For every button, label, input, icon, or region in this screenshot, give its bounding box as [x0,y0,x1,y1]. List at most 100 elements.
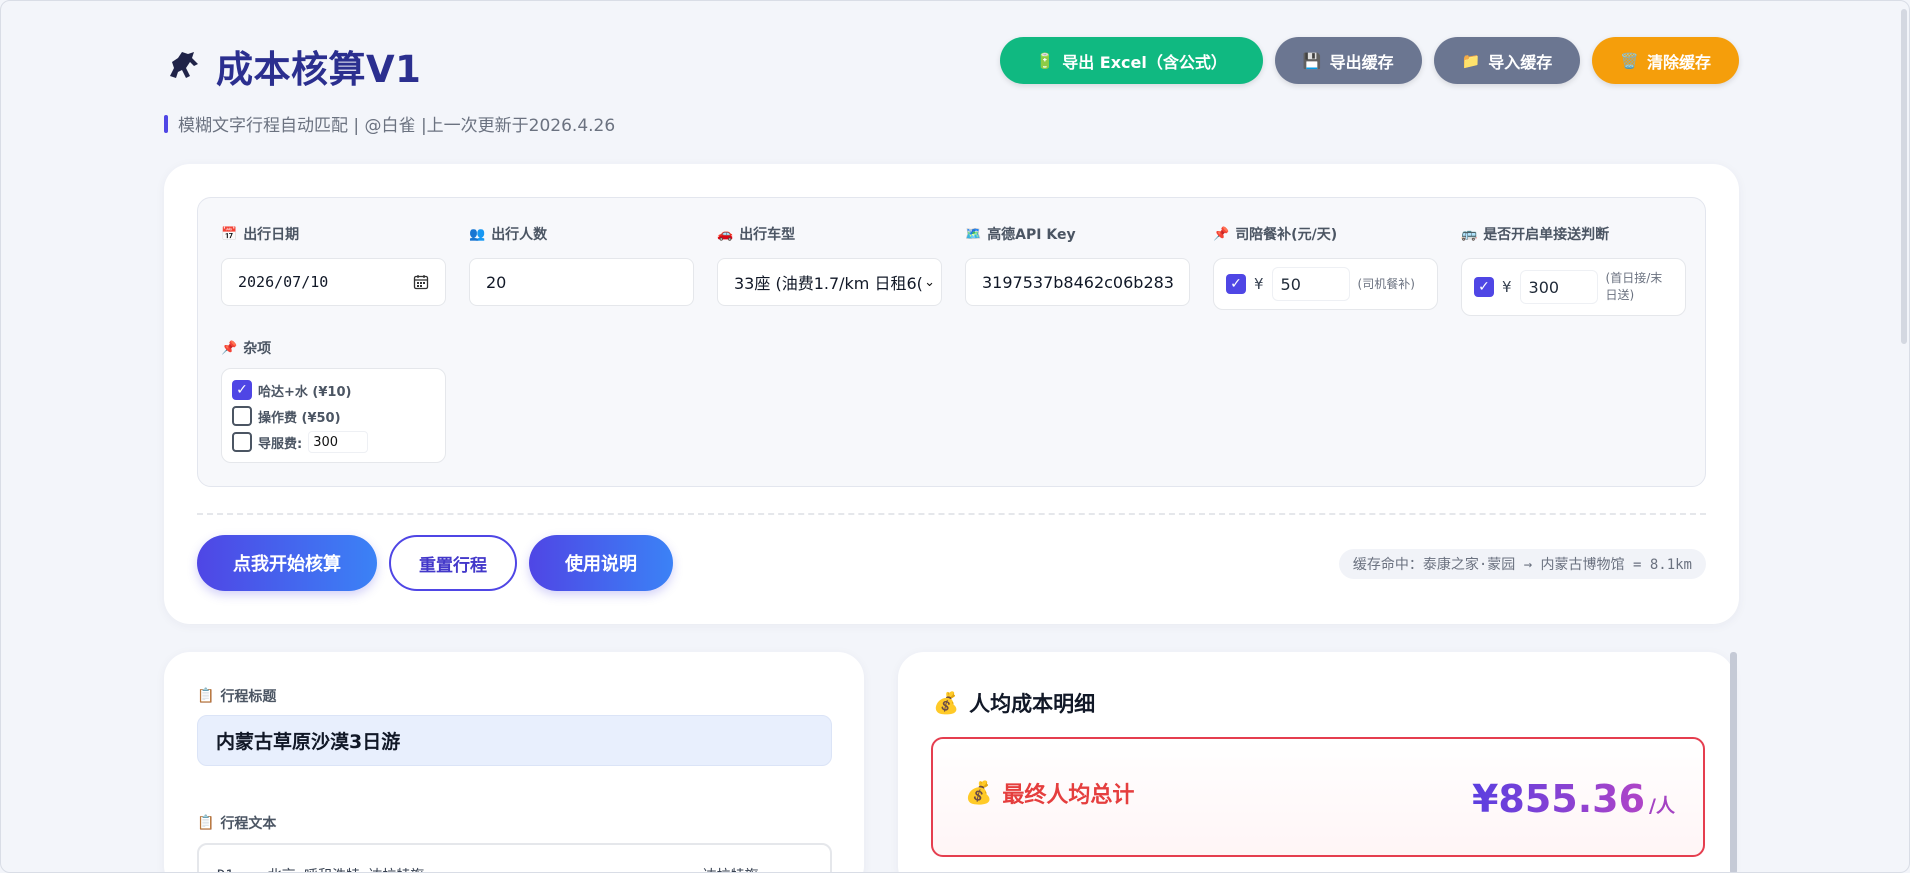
hada-label: 哈达+水 (¥10) [258,384,352,400]
pin-icon: 📌 [221,340,238,356]
people-icon: 👥 [469,226,486,242]
export-excel-button[interactable]: 🔋 导出 Excel（含公式） [999,37,1263,84]
itinerary-title-input[interactable]: 内蒙古草原沙漠3日游 [197,715,832,766]
reset-itinerary-button[interactable]: 重置行程 [389,535,517,591]
subtitle-text: 模糊文字行程自动匹配 | @白雀 |上一次更新于2026.4.26 [178,116,616,136]
bus-icon: 🚌 [1461,226,1478,242]
clipboard-icon: 📋 [197,688,215,704]
subtitle-accent-bar [164,114,168,133]
battery-icon: 🔋 [1035,51,1055,70]
itinerary-title-label: 📋 行程标题 [197,686,276,706]
misc-item-hada[interactable]: ✓ 哈达+水 (¥10) [232,377,435,403]
transfer-amount-value: 300 [1528,277,1560,297]
total-unit: /人 [1649,795,1675,817]
import-cache-label: 导入缓存 [1488,52,1553,72]
misc-options: ✓ 哈达+水 (¥10) 操作费 (¥50) 导服费: 300 [221,368,446,463]
itinerary-text-label-text: 行程文本 [220,816,277,832]
guide-fee-value: 300 [313,434,339,450]
cost-breakdown-card: 💰 人均成本明细 💰 最终人均总计 ¥855.36 /人 [898,652,1734,872]
itinerary-text-area[interactable]: D1 北京 呼和浩特 达拉特旗 × × × 达拉特旗 [197,843,832,872]
misc-label-text: 杂项 [243,341,272,357]
meal-hint: (司机餐补) [1357,276,1415,291]
misc-item-operation[interactable]: 操作费 (¥50) [232,403,435,429]
date-field: 📅 出行日期 2026/07/10 [221,224,446,306]
transfer-label: 🚌 是否开启单接送判断 [1461,224,1686,244]
form-panel: 📅 出行日期 2026/07/10 👥 出行人数 20 🚗 出行车型 33座 (… [197,197,1706,487]
top-actions: 🔋 导出 Excel（含公式） 💾 导出缓存 📁 导入缓存 🗑️ 清除缓存 [999,37,1739,84]
meal-label-text: 司陪餐补(元/天) [1235,227,1338,243]
transfer-amount-input[interactable]: 300 [1519,270,1598,304]
config-card: 📅 出行日期 2026/07/10 👥 出行人数 20 🚗 出行车型 33座 (… [164,164,1739,624]
export-cache-button[interactable]: 💾 导出缓存 [1274,37,1422,84]
operation-label: 操作费 (¥50) [258,410,341,426]
date-input[interactable]: 2026/07/10 [221,258,446,306]
page-scrollbar[interactable] [1901,9,1907,344]
people-label-text: 出行人数 [491,227,548,243]
transfer-currency: ¥ [1502,278,1512,296]
operation-checkbox[interactable] [232,406,252,426]
meal-label: 📌 司陪餐补(元/天) [1213,224,1438,244]
app-window: 成本核算V1 模糊文字行程自动匹配 | @白雀 |上一次更新于2026.4.26… [0,0,1910,873]
hada-checkbox[interactable]: ✓ [232,380,252,400]
vehicle-select[interactable]: 33座 (油费1.7/km 日租6( ⌄ [717,258,942,306]
guide-label: 导服费: [258,436,303,452]
export-cache-label: 导出缓存 [1329,52,1394,72]
api-key-label: 🗺️ 高德API Key [965,224,1190,244]
start-calc-button[interactable]: 点我开始核算 [197,535,377,591]
api-key-input[interactable]: 3197537b8462c06b2839 [965,258,1190,306]
divider [197,513,1706,515]
api-key-field: 🗺️ 高德API Key 3197537b8462c06b2839 [965,224,1190,306]
cache-status: 缓存命中：泰康之家·蒙园 → 内蒙古博物馆 = 8.1km [1338,549,1706,579]
meal-amount-value: 50 [1280,274,1301,294]
car-icon: 🚗 [717,226,734,242]
pin-icon: 📌 [1213,226,1230,242]
meal-allowance-field: 📌 司陪餐补(元/天) ✓ ¥ 50 (司机餐补) [1213,224,1438,310]
total-per-person-box: 💰 最终人均总计 ¥855.36 /人 [931,737,1705,857]
guide-checkbox[interactable] [232,432,252,452]
vehicle-field: 🚗 出行车型 33座 (油费1.7/km 日租6( ⌄ [717,224,942,306]
chevron-down-icon: ⌄ [924,274,935,290]
meal-checkbox[interactable]: ✓ [1226,274,1246,294]
clear-cache-button[interactable]: 🗑️ 清除缓存 [1592,37,1739,84]
date-label-text: 出行日期 [243,227,300,243]
api-key-label-text: 高德API Key [987,227,1076,243]
meal-allowance-control: ✓ ¥ 50 (司机餐补) [1213,258,1438,310]
horse-icon [170,52,198,78]
transfer-checkbox[interactable]: ✓ [1474,277,1494,297]
clipboard-icon: 📋 [197,815,215,831]
cost-title: 💰 人均成本明细 [933,688,1095,718]
money-bag-icon: 💰 [933,690,960,715]
floppy-icon: 💾 [1302,51,1322,70]
people-input[interactable]: 20 [469,258,694,306]
total-amount: ¥855.36 [1471,777,1646,821]
meal-currency: ¥ [1254,275,1264,293]
total-label: 💰 最终人均总计 [965,777,1134,809]
folder-icon: 📁 [1461,51,1481,70]
guide-fee-input[interactable]: 300 [308,431,369,453]
transfer-control: ✓ ¥ 300 (首日接/末日送) [1461,258,1686,316]
action-row: 点我开始核算 重置行程 使用说明 [197,535,673,591]
itinerary-card: 📋 行程标题 内蒙古草原沙漠3日游 📋 行程文本 D1 北京 呼和浩特 达拉特旗… [164,652,864,872]
calendar-icon: 📅 [221,226,238,242]
clear-cache-label: 清除缓存 [1646,52,1711,72]
cost-title-text: 人均成本明细 [969,692,1096,716]
date-value: 2026/07/10 [238,273,329,291]
money-bag-icon: 💰 [965,780,993,806]
help-button[interactable]: 使用说明 [529,535,673,591]
itinerary-text-label: 📋 行程文本 [197,813,276,833]
cost-card-scrollbar[interactable] [1730,652,1737,872]
total-value: ¥855.36 /人 [1472,777,1675,821]
misc-label: 📌 杂项 [221,338,271,358]
date-picker-icon[interactable] [413,274,429,290]
total-label-text: 最终人均总计 [1002,783,1135,808]
subtitle: 模糊文字行程自动匹配 | @白雀 |上一次更新于2026.4.26 [164,111,1739,136]
misc-item-guide[interactable]: 导服费: 300 [232,429,435,455]
export-excel-label: 导出 Excel（含公式） [1062,52,1227,72]
transfer-field: 🚌 是否开启单接送判断 ✓ ¥ 300 (首日接/末日送) [1461,224,1686,316]
people-label: 👥 出行人数 [469,224,694,244]
itinerary-title-label-text: 行程标题 [220,689,277,705]
transfer-hint: (首日接/末日送) [1605,271,1663,302]
import-cache-button[interactable]: 📁 导入缓存 [1433,37,1581,84]
meal-amount-input[interactable]: 50 [1271,267,1350,301]
people-value: 20 [486,272,507,292]
